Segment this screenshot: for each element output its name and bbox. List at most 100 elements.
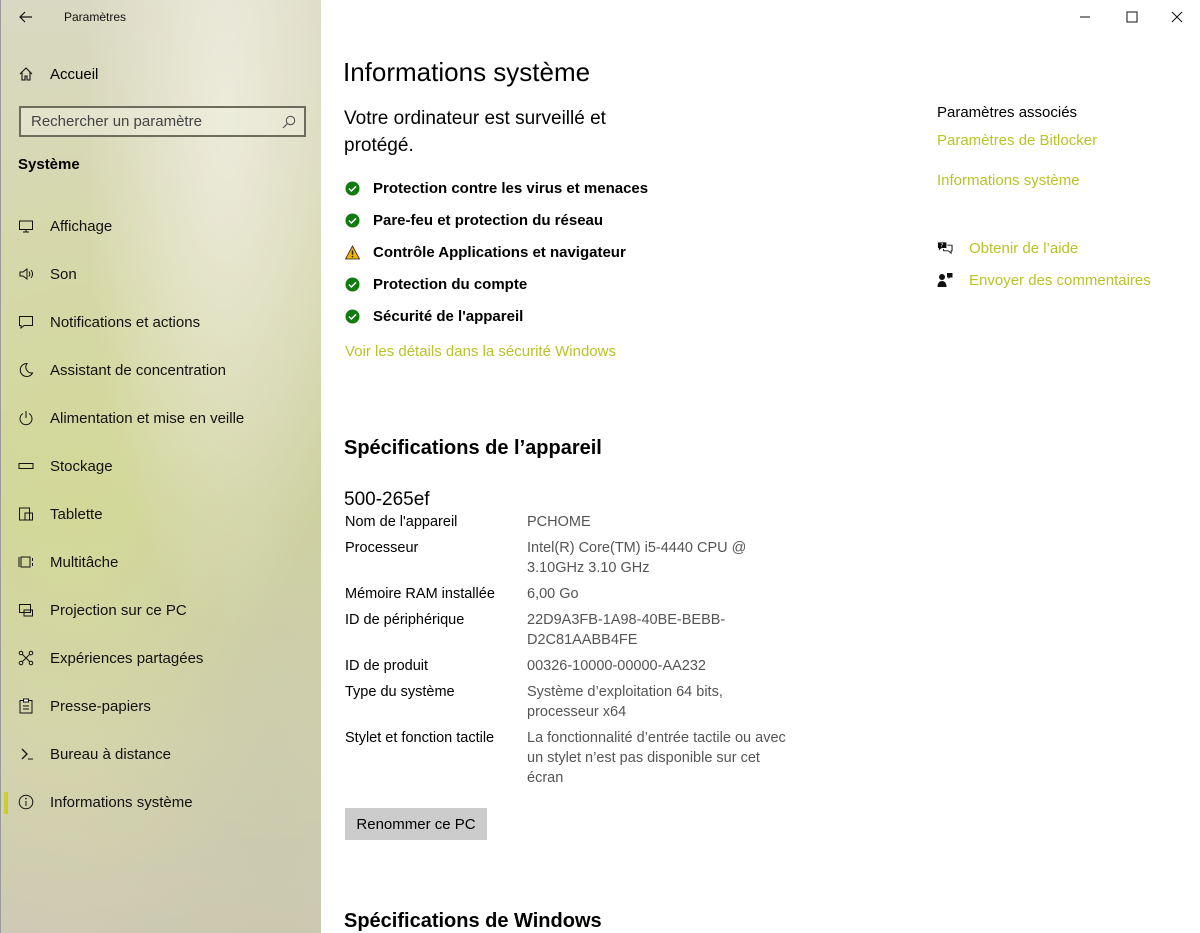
info-icon	[18, 794, 34, 810]
spec-value: Intel(R) Core(TM) i5-4440 CPU @ 3.10GHz …	[527, 540, 747, 576]
spec-key: Stylet et fonction tactile	[345, 730, 495, 746]
sidebar-item-label: Alimentation et mise en veille	[50, 409, 245, 427]
sidebar-item-label: Multitâche	[50, 553, 119, 571]
protection-item-account: Protection du compte	[345, 268, 648, 300]
windows-spec-heading: Spécifications de Windows	[344, 910, 602, 932]
sidebar-item-label: Bureau à distance	[50, 745, 171, 763]
spec-row: ID de produit 00326-10000-00000-AA232	[345, 656, 805, 676]
main-content: Informations système Votre ordinateur es…	[321, 0, 1200, 933]
sidebar-item-label: Expériences partagées	[50, 649, 204, 667]
protection-item-label: Protection du compte	[373, 275, 528, 293]
sidebar-item-stockage[interactable]: Stockage	[1, 442, 322, 490]
protection-item-label: Pare-feu et protection du réseau	[373, 211, 604, 229]
spec-value: La fonctionnalité d’entrée tactile ou av…	[527, 730, 786, 786]
sidebar-item-label: Projection sur ce PC	[50, 601, 187, 619]
related-settings: Paramètres associés Paramètres de Bitloc…	[937, 104, 1187, 189]
spec-row: Processeur Intel(R) Core(TM) i5-4440 CPU…	[345, 538, 805, 578]
send-feedback-link[interactable]: Envoyer des commentaires	[969, 272, 1151, 289]
spec-key: ID de produit	[345, 658, 429, 674]
back-arrow-icon	[19, 11, 32, 23]
spec-row: ID de périphérique 22D9A3FB-1A98-40BE-BE…	[345, 610, 805, 650]
protection-status-list: Protection contre les virus et menaces P…	[345, 172, 648, 332]
spec-key: Nom de l'appareil	[345, 514, 458, 530]
power-icon	[18, 410, 34, 426]
check-circle-icon	[345, 181, 360, 196]
windows-security-details-link[interactable]: Voir les détails dans la sécurité Window…	[345, 343, 616, 360]
home-label: Accueil	[50, 65, 99, 83]
page-title: Informations système	[343, 57, 591, 87]
protection-item-device-security: Sécurité de l'appareil	[345, 300, 648, 332]
home-icon	[18, 66, 34, 82]
sidebar-item-label: Presse-papiers	[50, 697, 151, 715]
get-help-row[interactable]: ? Obtenir de l’aide	[937, 237, 1078, 259]
speaker-icon	[18, 266, 34, 282]
device-spec-table: Nom de l'appareil PCHOME Processeur Inte…	[345, 512, 805, 794]
sidebar-item-affichage[interactable]: Affichage	[1, 202, 322, 250]
related-settings-title: Paramètres associés	[937, 104, 1078, 121]
rename-pc-button[interactable]: Renommer ce PC	[345, 808, 487, 840]
device-spec-heading: Spécifications de l’appareil	[344, 437, 602, 459]
protection-heading: Votre ordinateur est surveillé et protég…	[344, 108, 606, 156]
sidebar-item-experiences[interactable]: Expériences partagées	[1, 634, 322, 682]
protection-item-label: Contrôle Applications et navigateur	[373, 243, 626, 261]
sidebar-item-presse-papiers[interactable]: Presse-papiers	[1, 682, 322, 730]
protection-item-label: Sécurité de l'appareil	[373, 307, 524, 325]
sidebar-item-label: Stockage	[50, 457, 113, 475]
spec-value: 00326-10000-00000-AA232	[527, 658, 706, 674]
sidebar: Paramètres Accueil Système Affichage	[0, 0, 321, 933]
bitlocker-settings-link[interactable]: Paramètres de Bitlocker	[937, 132, 1097, 149]
protection-item-virus: Protection contre les virus et menaces	[345, 172, 648, 204]
feedback-person-icon	[937, 272, 953, 288]
notification-icon	[18, 314, 34, 330]
spec-value: Système d’exploitation 64 bits, processe…	[527, 684, 723, 720]
protection-item-firewall: Pare-feu et protection du réseau	[345, 204, 648, 236]
search-icon[interactable]	[282, 115, 296, 129]
spec-row: Nom de l'appareil PCHOME	[345, 512, 805, 532]
shared-icon	[18, 650, 34, 666]
sidebar-item-label: Informations système	[50, 793, 193, 811]
back-button[interactable]	[15, 6, 37, 28]
help-chat-icon: ?	[937, 240, 953, 256]
sidebar-item-projection[interactable]: Projection sur ce PC	[1, 586, 322, 634]
sidebar-item-son[interactable]: Son	[1, 250, 322, 298]
protection-item-app-browser: Contrôle Applications et navigateur	[345, 236, 648, 268]
search-box[interactable]	[19, 106, 306, 137]
moon-icon	[18, 362, 34, 378]
system-info-link[interactable]: Informations système	[937, 172, 1080, 189]
svg-text:?: ?	[940, 243, 943, 249]
sidebar-item-alimentation[interactable]: Alimentation et mise en veille	[1, 394, 322, 442]
check-circle-icon	[345, 277, 360, 292]
sidebar-item-label: Affichage	[50, 217, 113, 235]
tablet-icon	[18, 506, 34, 522]
feedback-row[interactable]: Envoyer des commentaires	[937, 269, 1151, 291]
home-nav-item[interactable]: Accueil	[18, 62, 98, 86]
sidebar-item-label: Son	[50, 265, 77, 283]
sidebar-nav: Affichage Son Notifications et actions A…	[1, 202, 322, 826]
search-input[interactable]	[31, 113, 282, 130]
sidebar-item-label: Notifications et actions	[50, 313, 201, 331]
sidebar-item-multitache[interactable]: Multitâche	[1, 538, 322, 586]
check-circle-icon	[345, 213, 360, 228]
spec-key: Mémoire RAM installée	[345, 586, 495, 602]
spec-key: ID de périphérique	[345, 612, 465, 628]
spec-key: Type du système	[345, 684, 455, 700]
spec-key: Processeur	[345, 540, 419, 556]
check-circle-icon	[345, 309, 360, 324]
storage-icon	[18, 458, 34, 474]
get-help-link[interactable]: Obtenir de l’aide	[969, 240, 1078, 257]
spec-value: 22D9A3FB-1A98-40BE-BEBB-D2C81AABB4FE	[527, 612, 726, 648]
sidebar-item-notifications[interactable]: Notifications et actions	[1, 298, 322, 346]
sidebar-item-tablette[interactable]: Tablette	[1, 490, 322, 538]
spec-value: 6,00 Go	[527, 586, 579, 602]
sidebar-section-title: Système	[18, 156, 80, 173]
sidebar-item-label: Assistant de concentration	[50, 361, 226, 379]
clipboard-icon	[18, 698, 34, 714]
spec-value: PCHOME	[527, 514, 591, 530]
sidebar-item-informations-systeme[interactable]: Informations système	[1, 778, 322, 826]
app-title: Paramètres	[64, 10, 127, 24]
spec-row: Type du système Système d’exploitation 6…	[345, 682, 805, 722]
spec-row: Mémoire RAM installée 6,00 Go	[345, 584, 805, 604]
sidebar-item-concentration[interactable]: Assistant de concentration	[1, 346, 322, 394]
spec-row: Stylet et fonction tactile La fonctionna…	[345, 728, 805, 788]
sidebar-item-bureau-distance[interactable]: Bureau à distance	[1, 730, 322, 778]
